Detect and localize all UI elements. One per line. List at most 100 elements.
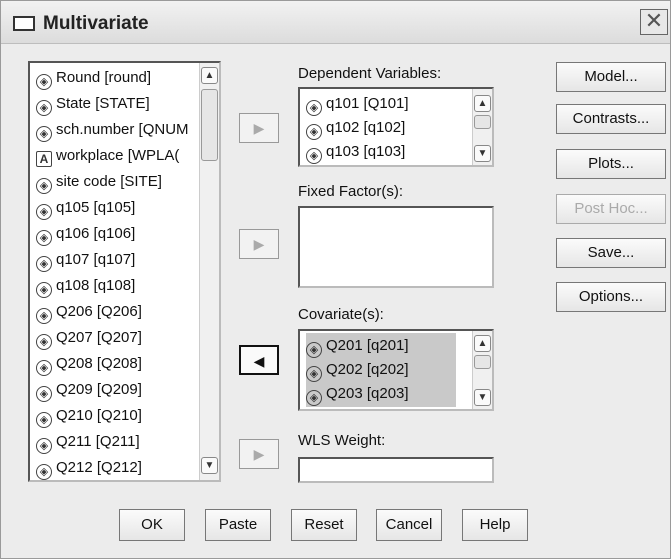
list-item-label: site code [SITE] xyxy=(56,173,162,190)
title-bar: Multivariate ✕ xyxy=(1,1,670,44)
scale-icon: ◈ xyxy=(36,438,52,454)
covariates-label: Covariate(s): xyxy=(298,306,384,323)
list-item-label: Q208 [Q208] xyxy=(56,355,142,372)
scroll-thumb[interactable] xyxy=(474,355,491,369)
scale-icon: ◈ xyxy=(306,124,322,140)
cancel-button[interactable]: Cancel xyxy=(376,509,442,541)
scale-icon: ◈ xyxy=(36,256,52,272)
post-hoc-button[interactable]: Post Hoc... xyxy=(556,194,666,224)
scale-icon: ◈ xyxy=(36,360,52,376)
list-item-label: Q203 [q203] xyxy=(326,385,409,402)
scale-icon: ◈ xyxy=(306,100,322,116)
list-item-label: q105 [q105] xyxy=(56,199,136,216)
scale-icon: ◈ xyxy=(36,334,52,350)
list-item[interactable]: ◈ q106 [q106] xyxy=(36,221,135,247)
scale-icon: ◈ xyxy=(36,412,52,428)
list-item-label: q108 [q108] xyxy=(56,277,136,294)
list-item-label: Q206 [Q206] xyxy=(56,303,142,320)
multivariate-dialog: Multivariate ✕ ◈ Q212 [Q212] ◈ Q211 [Q211] ◈… xyxy=(0,0,671,559)
close-button[interactable]: ✕ xyxy=(640,9,668,35)
save-button[interactable]: Save... xyxy=(556,238,666,268)
contrasts-button[interactable]: Contrasts... xyxy=(556,104,666,134)
move-to-wls-button[interactable]: ▶ xyxy=(239,439,279,469)
list-item-label: q101 [Q101] xyxy=(326,95,409,112)
scale-icon: ◈ xyxy=(36,204,52,220)
dependent-variables-label: Dependent Variables: xyxy=(298,65,442,82)
scroll-thumb[interactable] xyxy=(474,115,491,129)
list-item[interactable]: ◈ Q203 [q203] xyxy=(306,381,456,407)
scale-icon: ◈ xyxy=(36,230,52,246)
scale-icon: ◈ xyxy=(306,342,322,358)
scroll-up-icon[interactable]: ▲ xyxy=(474,95,491,112)
model-button[interactable]: Model... xyxy=(556,62,666,92)
list-item[interactable]: Aworkplace [WPLA( xyxy=(36,143,179,169)
dependent-list-scrollbar[interactable]: ▲ ▼ xyxy=(472,89,492,165)
ok-button[interactable]: OK xyxy=(119,509,185,541)
scale-icon: ◈ xyxy=(306,390,322,406)
paste-button[interactable]: Paste xyxy=(205,509,271,541)
scale-icon: ◈ xyxy=(36,100,52,116)
list-item-label: workplace [WPLA( xyxy=(56,147,180,164)
scroll-up-icon[interactable]: ▲ xyxy=(201,67,218,84)
list-item[interactable]: ◈ Round [round] xyxy=(36,65,151,91)
list-item[interactable]: ◈ Q211 [Q211] xyxy=(36,429,140,455)
list-item[interactable]: ◈ q105 [q105] xyxy=(36,195,135,221)
list-item-label: q102 [q102] xyxy=(326,119,406,136)
options-button[interactable]: Options... xyxy=(556,282,666,312)
list-item[interactable]: ◈ Q209 [Q209] xyxy=(36,377,142,403)
scale-icon: ◈ xyxy=(36,386,52,402)
list-item-label: Round [round] xyxy=(56,69,152,86)
nominal-icon: A xyxy=(36,151,52,167)
dialog-title: Multivariate xyxy=(43,13,149,34)
scale-icon: ◈ xyxy=(36,74,52,90)
list-item[interactable]: ◈ Q202 [q202] xyxy=(306,357,456,383)
move-covariate-back-button[interactable]: ◀ xyxy=(239,345,279,375)
scroll-thumb[interactable] xyxy=(201,89,218,161)
list-item[interactable]: ◈ Q201 [q201] xyxy=(306,333,456,359)
move-to-dependent-button[interactable]: ▶ xyxy=(239,113,279,143)
scale-icon: ◈ xyxy=(306,148,322,164)
list-item-label: State [STATE] xyxy=(56,95,150,112)
list-item[interactable]: ◈ site code [SITE] xyxy=(36,169,162,195)
list-item[interactable]: ◈ Q206 [Q206] xyxy=(36,299,142,325)
list-item-label: q103 [q103] xyxy=(326,143,406,160)
dependent-variables-list[interactable]: ◈ q103 [q103] ◈ q102 [q102] ◈ q101 [Q101] ▲ ▼ xyxy=(298,87,494,167)
list-item[interactable]: ◈ Q212 [Q212] xyxy=(36,455,142,480)
list-item-label: q106 [q106] xyxy=(56,225,136,242)
scale-icon: ◈ xyxy=(36,308,52,324)
move-to-fixed-factor-button[interactable]: ▶ xyxy=(239,229,279,259)
fixed-factors-list[interactable] xyxy=(298,206,494,288)
source-variable-list[interactable]: ◈ Q212 [Q212] ◈ Q211 [Q211] ◈ Q210 [Q210] ◈ Q20… xyxy=(28,61,221,482)
scroll-down-icon[interactable]: ▼ xyxy=(474,145,491,162)
covariates-list-scrollbar[interactable]: ▲ ▼ xyxy=(472,331,492,409)
scroll-down-icon[interactable]: ▼ xyxy=(201,457,218,474)
scale-icon: ◈ xyxy=(36,464,52,480)
help-button[interactable]: Help xyxy=(462,509,528,541)
list-item-label: Q207 [Q207] xyxy=(56,329,142,346)
scroll-up-icon[interactable]: ▲ xyxy=(474,335,491,352)
list-item-label: Q210 [Q210] xyxy=(56,407,142,424)
list-item-label: Q209 [Q209] xyxy=(56,381,142,398)
list-item[interactable]: ◈ Q208 [Q208] xyxy=(36,351,142,377)
list-item[interactable]: ◈ q107 [q107] xyxy=(36,247,135,273)
list-item[interactable]: ◈ q103 [q103] xyxy=(306,139,405,165)
plots-button[interactable]: Plots... xyxy=(556,149,666,179)
list-item[interactable]: ◈ Q210 [Q210] xyxy=(36,403,142,429)
fixed-factors-label: Fixed Factor(s): xyxy=(298,183,404,200)
list-item[interactable]: ◈ q108 [q108] xyxy=(36,273,135,299)
list-item[interactable]: ◈ q102 [q102] xyxy=(306,115,405,141)
scale-icon: ◈ xyxy=(306,366,322,382)
list-item[interactable]: ◈ q101 [Q101] xyxy=(306,91,409,117)
list-item[interactable]: ◈ sch.number [QNUM xyxy=(36,117,189,143)
window-icon xyxy=(13,16,35,31)
covariates-list[interactable]: ◈ Q203 [q203] ◈ Q202 [q202] ◈ Q201 [q201] ▲ ▼ xyxy=(298,329,494,411)
source-list-scrollbar[interactable]: ▲ ▼ xyxy=(199,63,219,480)
list-item[interactable]: ◈ State [STATE] xyxy=(36,91,150,117)
scale-icon: ◈ xyxy=(36,178,52,194)
scroll-down-icon[interactable]: ▼ xyxy=(474,389,491,406)
list-item[interactable]: ◈ Q207 [Q207] xyxy=(36,325,142,351)
list-item-label: Q201 [q201] xyxy=(326,337,409,354)
list-item-label: Q202 [q202] xyxy=(326,361,409,378)
wls-weight-field[interactable] xyxy=(298,457,494,483)
reset-button[interactable]: Reset xyxy=(291,509,357,541)
